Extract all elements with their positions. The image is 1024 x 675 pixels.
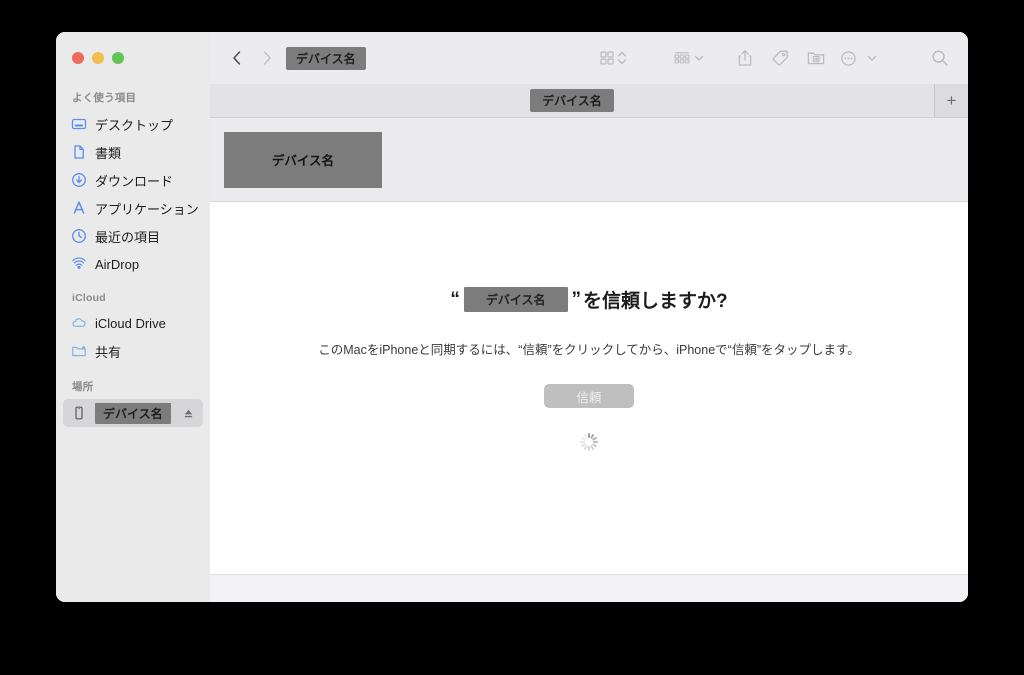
sidebar-item-label: 共有 <box>95 344 122 360</box>
trust-heading: “ デバイス名 ” を信頼しますか? <box>450 286 728 313</box>
tab-active[interactable]: デバイス名 <box>530 89 614 112</box>
ellipsis-circle-icon <box>839 49 858 68</box>
shared-folder-icon <box>70 343 87 360</box>
sidebar-item-recents[interactable]: 最近の項目 <box>56 222 210 250</box>
airdrop-icon <box>70 256 87 273</box>
trust-prompt-panel: “ デバイス名 ” を信頼しますか? このMacをiPhoneと同期するには、“… <box>210 202 968 574</box>
loading-spinner <box>579 432 599 452</box>
sidebar-item-device[interactable]: デバイス名 <box>63 399 203 427</box>
minimize-button[interactable] <box>92 52 104 64</box>
group-by-icon <box>672 49 692 67</box>
chevron-down-icon <box>692 51 706 65</box>
new-tab-button[interactable]: + <box>934 84 968 117</box>
heading-suffix: を信頼しますか? <box>583 291 728 312</box>
search-button[interactable] <box>926 44 954 72</box>
tag-icon <box>770 48 790 68</box>
close-button[interactable] <box>72 52 84 64</box>
sidebar-item-label: 最近の項目 <box>95 229 161 245</box>
sidebar-item-applications[interactable]: アプリケーション <box>56 194 210 222</box>
trust-button[interactable]: 信頼 <box>544 384 634 408</box>
tab-bar: デバイス名 + <box>210 84 968 118</box>
share-button[interactable] <box>728 44 762 72</box>
sidebar-item-documents[interactable]: 書類 <box>56 138 210 166</box>
sidebar-item-desktop[interactable]: デスクトップ <box>56 110 210 138</box>
tab-strip: デバイス名 <box>210 84 934 117</box>
heading-device-name: デバイス名 <box>463 287 568 312</box>
right-pane: デバイス名 デバイス名 + デバイス名 “ デバイス名 ” を信頼しますか? こ… <box>210 32 968 602</box>
sidebar-section-icloud-header: iCloud <box>72 292 106 304</box>
recents-clock-icon <box>70 228 87 245</box>
sidebar-item-label: 書類 <box>95 145 122 161</box>
grid-view-icon <box>598 49 616 67</box>
maximize-button[interactable] <box>112 52 124 64</box>
sidebar-item-label: AirDrop <box>95 256 140 272</box>
iphone-icon <box>70 405 87 422</box>
sidebar-item-shared[interactable]: 共有 <box>56 337 210 365</box>
folder-action-button[interactable] <box>798 44 834 72</box>
path-chip[interactable]: デバイス名 <box>286 46 366 70</box>
sidebar-item-downloads[interactable]: ダウンロード <box>56 166 210 194</box>
cloud-icon <box>70 315 87 332</box>
share-icon <box>736 48 754 68</box>
status-bar <box>210 574 968 602</box>
folder-archive-icon <box>806 49 826 67</box>
document-icon <box>70 144 87 161</box>
sidebar-item-label: iCloud Drive <box>95 315 166 331</box>
toolbar: デバイス名 <box>210 32 968 84</box>
group-by-chevron[interactable] <box>692 44 706 72</box>
close-quote: ” <box>571 288 582 310</box>
sidebar-item-label: ダウンロード <box>95 173 174 189</box>
applications-icon <box>70 200 87 217</box>
open-quote: “ <box>450 288 460 310</box>
eject-icon[interactable] <box>181 406 195 420</box>
desktop-icon <box>70 116 87 133</box>
sidebar-item-label: アプリケーション <box>95 201 199 217</box>
more-button[interactable] <box>834 44 862 72</box>
view-grid-button[interactable] <box>598 44 616 72</box>
group-by-button[interactable] <box>672 44 692 72</box>
tag-button[interactable] <box>762 44 798 72</box>
forward-button[interactable] <box>252 44 282 72</box>
sidebar: よく使う項目 デスクトップ 書類 ダウンロード アプリケーション 最近の項目 A… <box>56 32 210 602</box>
finder-window: よく使う項目 デスクトップ 書類 ダウンロード アプリケーション 最近の項目 A… <box>56 32 968 602</box>
device-icon-strip: デバイス名 <box>210 118 968 202</box>
downloads-icon <box>70 172 87 189</box>
device-thumbnail[interactable]: デバイス名 <box>224 131 382 188</box>
sidebar-item-airdrop[interactable]: AirDrop <box>56 250 210 278</box>
view-stepper[interactable] <box>616 44 628 72</box>
traffic-light-group <box>56 32 210 84</box>
back-button[interactable] <box>222 44 252 72</box>
more-chevron[interactable] <box>862 44 882 72</box>
sidebar-item-icloud-drive[interactable]: iCloud Drive <box>56 309 210 337</box>
chevron-down-icon <box>865 51 879 65</box>
trust-body-text: このMacをiPhoneと同期するには、“信頼”をクリックしてから、iPhone… <box>318 343 860 357</box>
sidebar-section-locations-header: 場所 <box>72 381 94 393</box>
chevron-up-down-icon <box>616 48 628 68</box>
sidebar-item-label: デバイス名 <box>95 402 171 424</box>
search-icon <box>930 48 950 68</box>
sidebar-section-favorites-header: よく使う項目 <box>72 92 137 104</box>
sidebar-item-label: デスクトップ <box>95 117 174 133</box>
